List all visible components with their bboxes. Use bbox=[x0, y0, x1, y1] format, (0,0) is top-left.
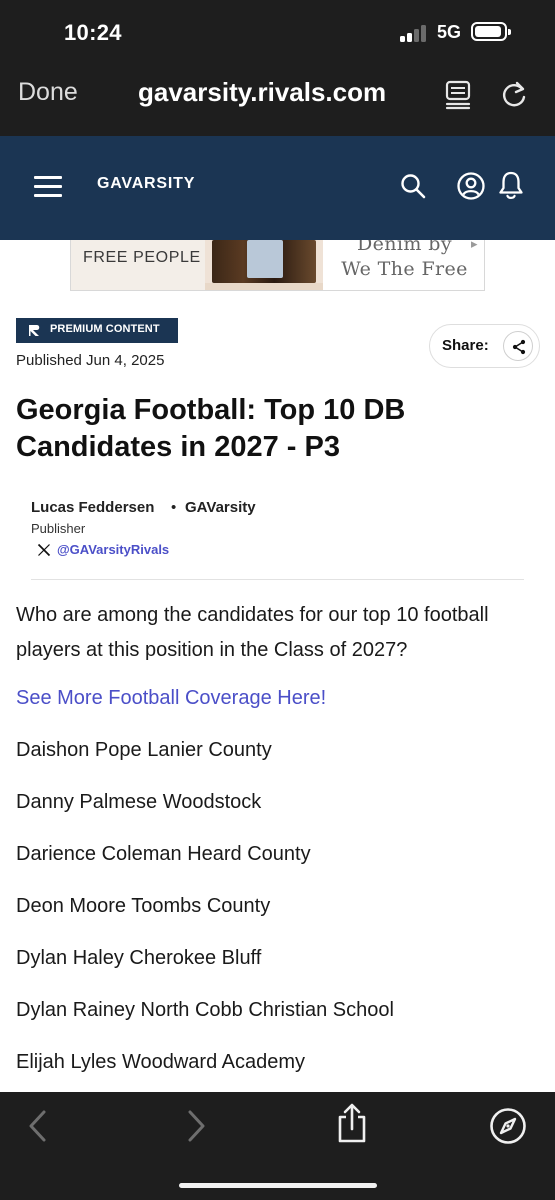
back-icon[interactable] bbox=[24, 1108, 50, 1144]
menu-icon[interactable] bbox=[34, 176, 62, 198]
player-item: Daishon Pope Lanier County bbox=[16, 739, 272, 761]
x-logo-icon bbox=[37, 543, 51, 557]
ad-brand: FREE PEOPLE bbox=[83, 249, 201, 266]
share-button[interactable]: Share: bbox=[429, 324, 540, 368]
network-label: 5G bbox=[437, 22, 462, 42]
ad-tagline-line2: We The Free bbox=[341, 258, 468, 280]
byline-separator: • bbox=[171, 499, 177, 516]
rivals-logo-icon bbox=[29, 325, 40, 336]
premium-label: PREMIUM CONTENT bbox=[50, 323, 160, 335]
author-outlet[interactable]: GAVarsity bbox=[185, 499, 256, 516]
ad-brand-panel: FREE PEOPLE bbox=[71, 240, 205, 290]
compass-icon[interactable] bbox=[489, 1107, 527, 1145]
premium-badge: PREMIUM CONTENT bbox=[16, 318, 178, 343]
player-item: Elijah Lyles Woodward Academy bbox=[16, 1051, 306, 1073]
article-intro: Who are among the candidates for our top… bbox=[16, 604, 489, 661]
ad-tagline-line1: Denim by bbox=[357, 240, 452, 255]
author-name[interactable]: Lucas Feddersen bbox=[31, 499, 154, 516]
status-time: 10:24 bbox=[64, 20, 122, 45]
divider bbox=[31, 579, 524, 580]
browser-chrome: 10:24 5G Done gavarsity.rivals.com bbox=[0, 0, 555, 136]
share-icon-button[interactable] bbox=[503, 331, 533, 361]
more-coverage-link[interactable]: See More Football Coverage Here! bbox=[16, 687, 326, 710]
bell-icon[interactable] bbox=[496, 169, 526, 201]
url-bar[interactable]: gavarsity.rivals.com bbox=[138, 77, 386, 108]
ad-tagline-panel: Denim by We The Free ▸ bbox=[323, 240, 484, 290]
account-icon[interactable] bbox=[456, 171, 486, 201]
done-button[interactable]: Done bbox=[18, 78, 78, 107]
article-title: Georgia Football: Top 10 DB Candidates i… bbox=[16, 394, 406, 463]
site-brand[interactable]: GAVARSITY bbox=[97, 175, 195, 193]
forward-icon[interactable] bbox=[184, 1108, 210, 1144]
ad-image bbox=[205, 240, 323, 290]
share-icon bbox=[512, 339, 526, 355]
player-item: Darience Coleman Heard County bbox=[16, 843, 311, 865]
share-sheet-icon[interactable] bbox=[335, 1102, 369, 1144]
reload-icon[interactable] bbox=[500, 80, 530, 110]
author-social-handle[interactable]: @GAVarsityRivals bbox=[57, 542, 169, 557]
ad-choices-icon[interactable]: ▸ bbox=[471, 240, 478, 252]
player-item: Danny Palmese Woodstock bbox=[16, 791, 262, 813]
ad-banner[interactable]: FREE PEOPLE Denim by We The Free ▸ bbox=[70, 240, 485, 291]
player-item: Dylan Rainey North Cobb Christian School bbox=[16, 999, 394, 1021]
author-role: Publisher bbox=[31, 521, 86, 536]
home-indicator[interactable] bbox=[179, 1183, 377, 1188]
signal-icon bbox=[400, 24, 430, 42]
reader-icon[interactable] bbox=[444, 80, 474, 110]
share-label: Share: bbox=[442, 337, 489, 354]
player-item: Deon Moore Toombs County bbox=[16, 895, 271, 917]
player-item: Dylan Haley Cherokee Bluff bbox=[16, 947, 262, 969]
battery-icon bbox=[471, 22, 511, 41]
published-date: Published Jun 4, 2025 bbox=[16, 352, 165, 369]
search-icon[interactable] bbox=[399, 172, 427, 200]
